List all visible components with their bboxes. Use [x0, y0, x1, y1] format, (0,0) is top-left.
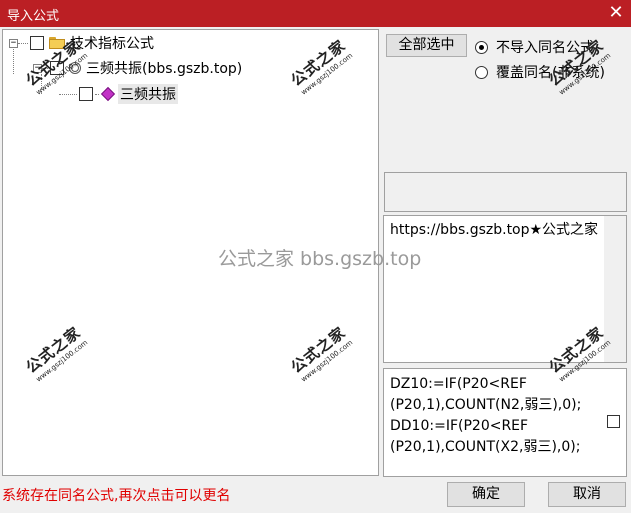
expand-toggle[interactable]: −	[33, 63, 42, 73]
watermark-text: 公式之家 bbs.gszb.top	[218, 248, 422, 270]
radio-overwrite[interactable]: 覆盖同名(非系统)	[475, 62, 605, 82]
code-line: (P20,1),COUNT(N2,弱三),0);	[390, 397, 582, 413]
tree-root-checkbox[interactable]	[30, 36, 44, 50]
formula-code-box[interactable]: DZ10:=IF(P20<REF (P20,1),COUNT(N2,弱三),0)…	[383, 368, 627, 477]
info-text-box[interactable]: https://bbs.gszb.top★公式之家	[383, 215, 627, 363]
tree-group-checkbox[interactable]	[50, 61, 64, 75]
close-button[interactable]: ✕	[601, 0, 631, 27]
tree-root-label[interactable]: 技术指标公式	[68, 33, 156, 53]
description-field[interactable]	[384, 172, 627, 212]
info-text: https://bbs.gszb.top★公式之家	[390, 222, 599, 238]
code-checkbox[interactable]	[607, 415, 620, 428]
tree-connector	[59, 93, 77, 95]
radio-overwrite-indicator[interactable]	[475, 65, 488, 79]
radio-skip-label[interactable]: 不导入同名公式	[496, 37, 594, 57]
radio-skip-duplicates[interactable]: 不导入同名公式	[475, 37, 594, 57]
ok-button[interactable]: 确定	[447, 482, 525, 507]
radio-skip-indicator[interactable]	[475, 40, 488, 54]
tree-connector	[42, 67, 48, 69]
expand-toggle[interactable]: −	[9, 38, 18, 48]
radio-overwrite-label[interactable]: 覆盖同名(非系统)	[496, 62, 605, 82]
tree-connector	[95, 93, 99, 95]
code-line: DZ10:=IF(P20<REF	[390, 376, 527, 392]
tree-node-leaf[interactable]: 三频共振	[59, 84, 178, 104]
code-line: DD10:=IF(P20<REF	[390, 418, 529, 434]
folder-icon	[49, 37, 65, 49]
tree-node-group[interactable]: − 三频共振(bbs.gszb.top)	[33, 58, 244, 78]
tree-group-label[interactable]: 三频共振(bbs.gszb.top)	[84, 58, 244, 78]
cancel-button[interactable]: 取消	[548, 482, 626, 507]
tree-node-root[interactable]: − 技术指标公式	[9, 33, 156, 53]
status-message: 系统存在同名公式,再次点击可以更名	[2, 488, 231, 504]
info-scrollbar[interactable]	[604, 216, 626, 362]
title-bar: 导入公式 ✕	[0, 0, 631, 27]
select-all-button[interactable]: 全部选中	[386, 34, 467, 57]
window-title: 导入公式	[7, 9, 60, 24]
code-line: (P20,1),COUNT(X2,弱三),0);	[390, 439, 581, 455]
tree-connector	[18, 42, 28, 44]
formula-icon	[100, 86, 116, 102]
tree-leaf-label[interactable]: 三频共振	[118, 84, 178, 104]
tree-leaf-checkbox[interactable]	[79, 87, 93, 101]
formula-group-icon	[69, 62, 81, 74]
